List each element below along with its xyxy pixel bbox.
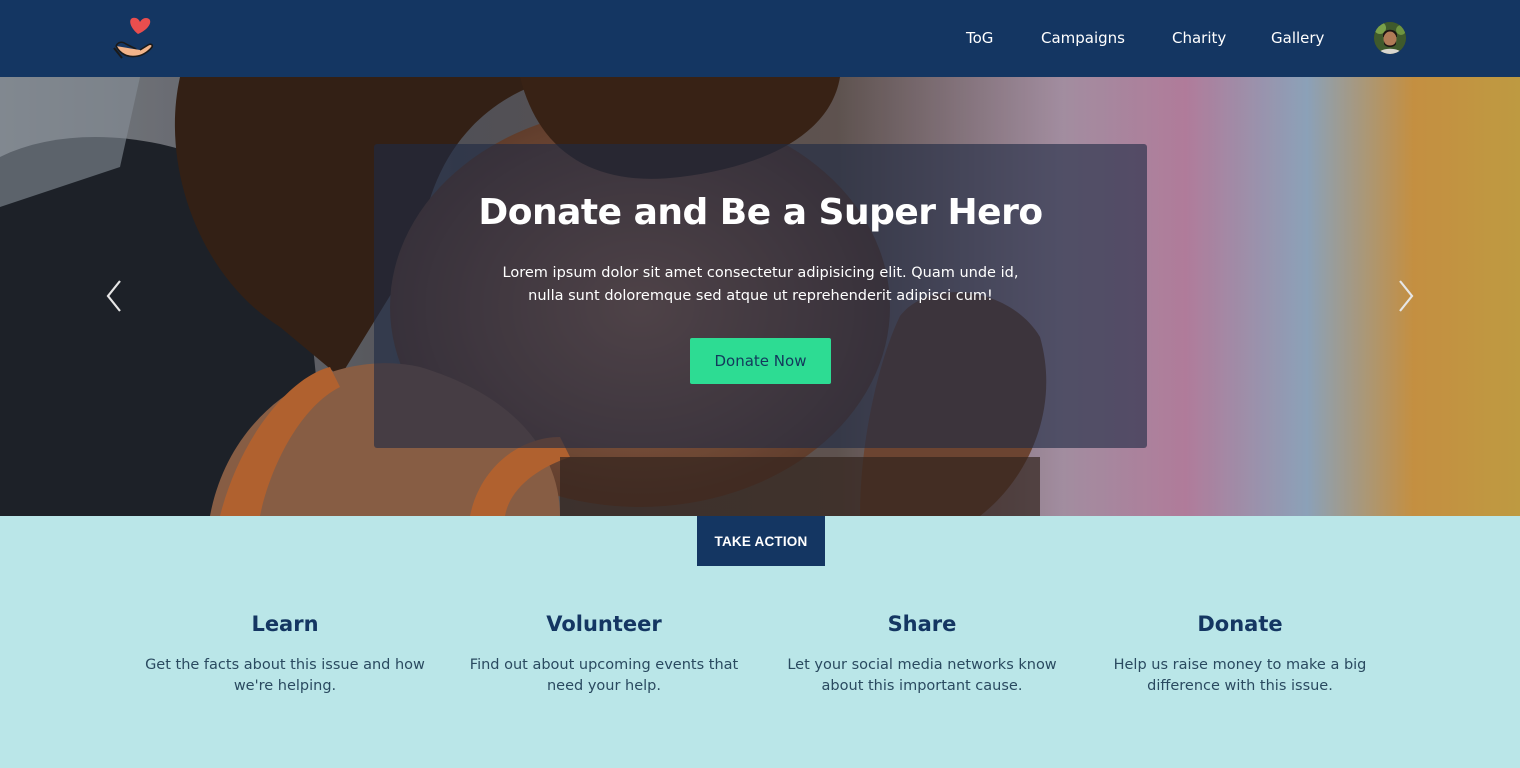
feature-title[interactable]: Share <box>782 608 1062 640</box>
hero-caption-card: Donate and Be a Super Hero Lorem ipsum d… <box>374 144 1147 448</box>
feature-text: Help us raise money to make a big differ… <box>1113 657 1367 694</box>
carousel-prev-chevron-left-icon[interactable] <box>102 277 126 315</box>
hero-carousel: Donate and Be a Super Hero Lorem ipsum d… <box>0 77 1520 516</box>
navbar: ToG Campaigns Charity Gallery <box>0 0 1520 77</box>
donate-now-button[interactable]: Donate Now <box>690 338 831 384</box>
nav-link-charity[interactable]: Charity <box>1172 26 1226 50</box>
feature-title[interactable]: Learn <box>145 608 425 640</box>
user-avatar[interactable] <box>1374 22 1406 54</box>
feature-text: Get the facts about this issue and how w… <box>145 657 425 694</box>
feature-volunteer: Volunteer Find out about upcoming events… <box>464 608 744 697</box>
take-action-button[interactable]: TAKE ACTION <box>697 516 825 566</box>
carousel-next-chevron-right-icon[interactable] <box>1394 277 1418 315</box>
feature-learn: Learn Get the facts about this issue and… <box>145 608 425 697</box>
feature-text: Let your social media networks know abou… <box>787 657 1057 694</box>
hero-description: Lorem ipsum dolor sit amet consectetur a… <box>502 265 1019 304</box>
nav-link-campaigns[interactable]: Campaigns <box>1041 26 1125 50</box>
feature-text: Find out about upcoming events that need… <box>469 657 739 694</box>
feature-share: Share Let your social media networks kno… <box>782 608 1062 697</box>
feature-title[interactable]: Volunteer <box>464 608 744 640</box>
logo-hand-heart-icon[interactable] <box>112 14 156 62</box>
feature-donate: Donate Help us raise money to make a big… <box>1100 608 1380 697</box>
nav-link-gallery[interactable]: Gallery <box>1271 26 1324 50</box>
nav-link-tog[interactable]: ToG <box>966 26 993 50</box>
feature-title[interactable]: Donate <box>1100 608 1380 640</box>
hero-title: Donate and Be a Super Hero <box>478 192 1043 233</box>
